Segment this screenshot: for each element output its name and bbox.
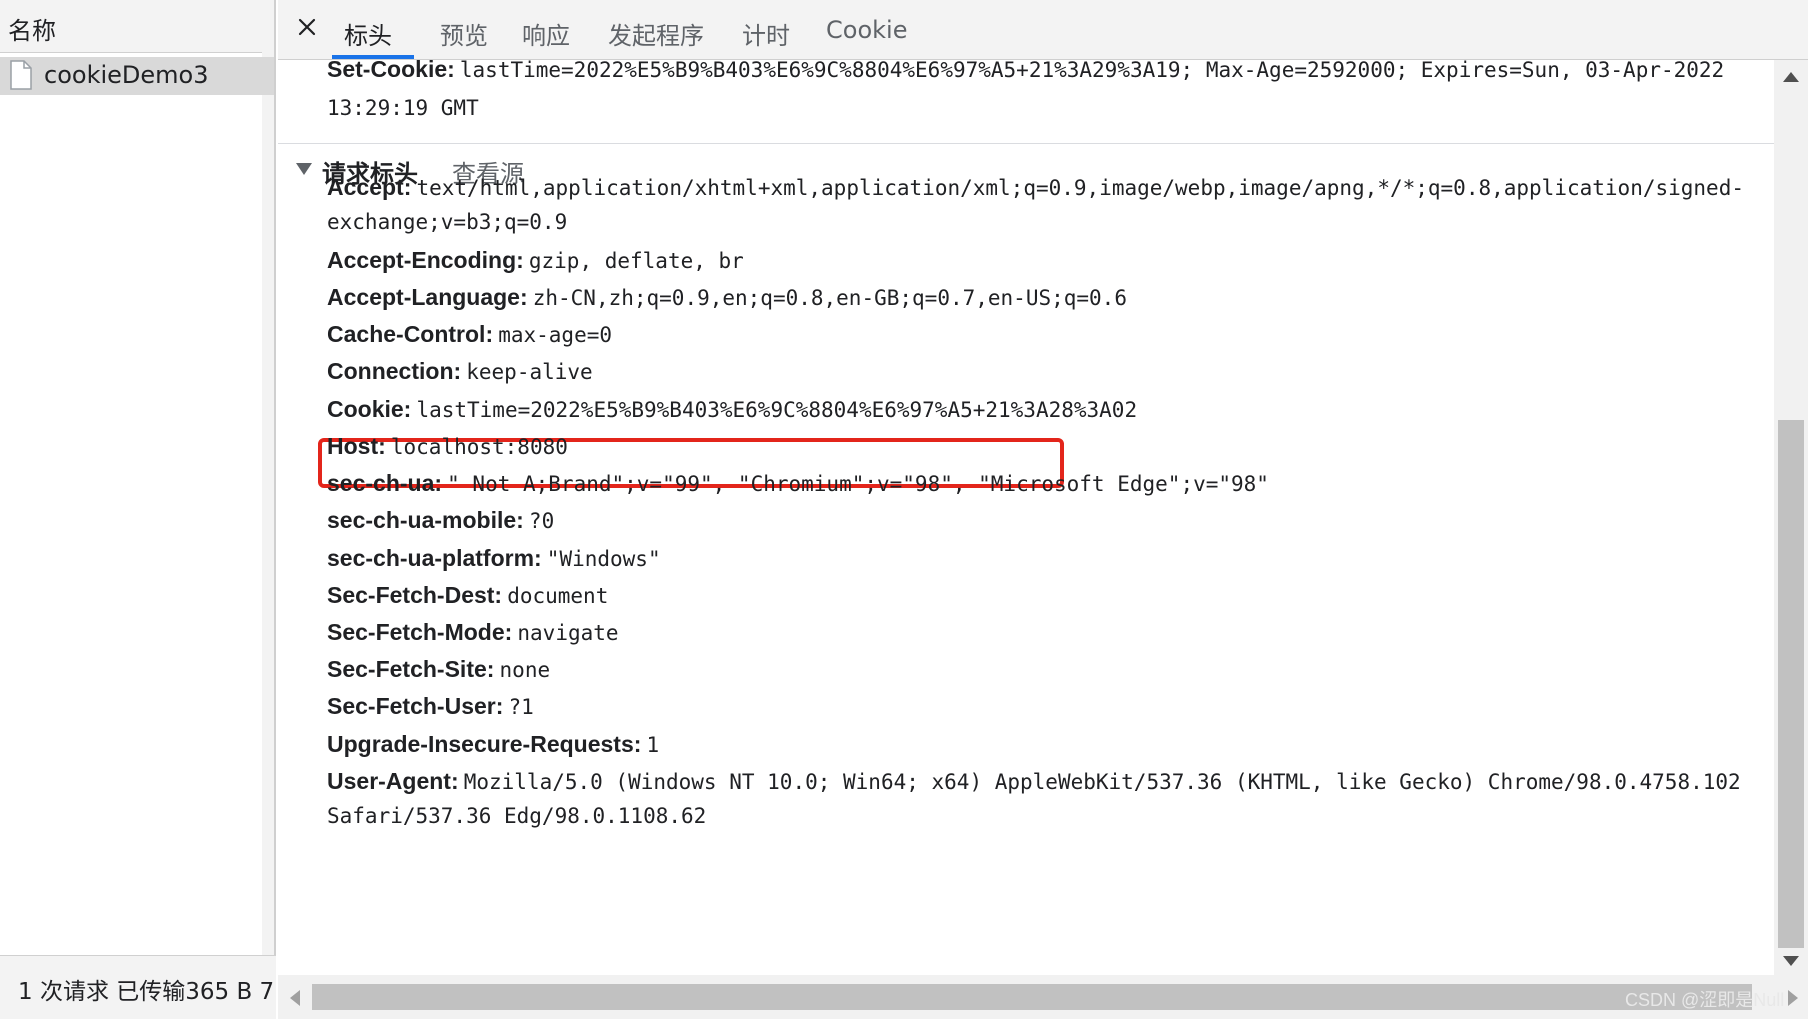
header-key: Upgrade-Insecure-Requests: <box>327 731 642 757</box>
vertical-scrollbar[interactable] <box>1774 60 1808 975</box>
status-bar: 1 次请求 已传输365 B 7 <box>0 955 276 1019</box>
header-value: keep-alive <box>466 360 593 384</box>
header-key: Set-Cookie: <box>327 60 455 82</box>
header-key: Sec-Fetch-Mode: <box>327 619 513 645</box>
header-value: "Windows" <box>546 547 661 571</box>
header-value: document <box>507 584 609 608</box>
horizontal-scrollbar[interactable] <box>278 975 1808 1019</box>
header-row-sec-ch-ua-platform: sec-ch-ua-platform: "Windows" <box>327 545 661 572</box>
header-row-sec-fetch-user: Sec-Fetch-User: ?1 <box>327 693 534 720</box>
scroll-left-arrow-icon[interactable] <box>290 990 300 1006</box>
active-tab-indicator <box>332 55 414 59</box>
tab-cookie[interactable]: Cookie <box>826 16 907 44</box>
watermark: CSDN @涩即是Null <box>1625 990 1785 1010</box>
header-value: ?1 <box>508 695 534 719</box>
header-key: Host: <box>327 433 386 459</box>
header-key: Sec-Fetch-Dest: <box>327 582 503 608</box>
header-row-sec-fetch-dest: Sec-Fetch-Dest: document <box>327 582 608 609</box>
header-row-sec-fetch-site: Sec-Fetch-Site: none <box>327 656 550 683</box>
request-list-panel: 名称 cookieDemo3 1 次请求 已传输365 B 7 <box>0 0 276 1019</box>
header-row-cache-control: Cache-Control: max-age=0 <box>327 321 612 348</box>
header-row-sec-fetch-mode: Sec-Fetch-Mode: navigate <box>327 619 619 646</box>
header-value: localhost:8080 <box>390 435 568 459</box>
horizontal-scroll-thumb[interactable] <box>312 984 1752 1010</box>
header-value: text/html,application/xhtml+xml,applicat… <box>416 176 1744 200</box>
header-row-accept-encoding: Accept-Encoding: gzip, deflate, br <box>327 247 744 274</box>
header-value: max-age=0 <box>498 323 613 347</box>
header-value: Mozilla/5.0 (Windows NT 10.0; Win64; x64… <box>463 770 1741 794</box>
tab-headers[interactable]: 标头 <box>344 16 392 51</box>
name-column-header[interactable]: 名称 <box>0 0 262 53</box>
expand-triangle-icon[interactable] <box>296 163 312 175</box>
header-row-upgrade-insecure-requests: Upgrade-Insecure-Requests: 1 <box>327 731 659 758</box>
header-value: exchange;v=b3;q=0.9 <box>327 210 568 234</box>
detail-tab-bar: 标头 预览 响应 发起程序 计时 Cookie <box>278 0 1808 60</box>
header-key: Cookie: <box>327 396 412 422</box>
request-name: cookieDemo3 <box>44 61 209 89</box>
headers-content: Set-Cookie: lastTime=2022%E5%B9%B403%E6%… <box>278 60 1774 975</box>
header-key: sec-ch-ua-mobile: <box>327 507 524 533</box>
header-row-accept-language: Accept-Language: zh-CN,zh;q=0.9,en;q=0.8… <box>327 284 1127 311</box>
header-row-set-cookie: Set-Cookie: lastTime=2022%E5%B9%B403%E6%… <box>327 60 1724 83</box>
header-value: gzip, deflate, br <box>528 249 744 273</box>
header-key: Sec-Fetch-User: <box>327 693 504 719</box>
header-row-user-agent-cont: Safari/537.36 Edg/98.0.1108.62 <box>327 804 706 828</box>
header-key: Connection: <box>327 358 462 384</box>
header-row-accept: Accept: text/html,application/xhtml+xml,… <box>327 174 1744 201</box>
scroll-right-arrow-icon[interactable] <box>1788 990 1798 1006</box>
request-row-cookiedemo3[interactable]: cookieDemo3 <box>0 57 274 95</box>
tab-preview[interactable]: 预览 <box>440 16 488 51</box>
header-value: 13:29:19 GMT <box>327 96 479 120</box>
header-value: Safari/537.36 Edg/98.0.1108.62 <box>327 804 707 828</box>
request-summary: 1 次请求 已传输365 B 7 <box>18 979 275 1005</box>
header-value: navigate <box>517 621 619 645</box>
header-value: " Not A;Brand";v="99", "Chromium";v="98"… <box>447 472 1269 496</box>
header-row-sec-ch-ua-mobile: sec-ch-ua-mobile: ?0 <box>327 507 554 534</box>
header-row-host: Host: localhost:8080 <box>327 433 568 460</box>
header-row-accept-cont: exchange;v=b3;q=0.9 <box>327 210 567 234</box>
header-row-cookie: Cookie: lastTime=2022%E5%B9%B403%E6%9C%8… <box>327 396 1137 423</box>
header-row-connection: Connection: keep-alive <box>327 358 593 385</box>
header-row-user-agent: User-Agent: Mozilla/5.0 (Windows NT 10.0… <box>327 768 1741 795</box>
tab-timing[interactable]: 计时 <box>742 16 790 51</box>
tab-response[interactable]: 响应 <box>522 16 570 51</box>
header-key: sec-ch-ua: <box>327 470 443 496</box>
document-icon <box>10 60 32 90</box>
header-row-sec-ch-ua: sec-ch-ua: " Not A;Brand";v="99", "Chrom… <box>327 470 1269 497</box>
header-key: Accept: <box>327 174 412 200</box>
header-value: ?0 <box>528 509 555 533</box>
header-value: lastTime=2022%E5%B9%B403%E6%9C%8804%E6%9… <box>459 60 1725 82</box>
close-icon[interactable] <box>292 12 322 42</box>
scroll-up-arrow-icon[interactable] <box>1783 72 1799 82</box>
header-value: 1 <box>646 733 660 757</box>
header-key: sec-ch-ua-platform: <box>327 545 542 571</box>
header-key: Cache-Control: <box>327 321 494 347</box>
header-value: lastTime=2022%E5%B9%B403%E6%9C%8804%E6%9… <box>416 398 1138 422</box>
header-value: zh-CN,zh;q=0.9,en;q=0.8,en-GB;q=0.7,en-U… <box>532 286 1127 310</box>
header-value: none <box>499 658 551 682</box>
tab-initiator[interactable]: 发起程序 <box>608 16 704 51</box>
scroll-down-arrow-icon[interactable] <box>1783 956 1799 966</box>
header-key: Sec-Fetch-Site: <box>327 656 495 682</box>
request-list-scrollbar[interactable] <box>262 0 274 1019</box>
header-key: Accept-Encoding: <box>327 247 524 273</box>
header-key: User-Agent: <box>327 768 459 794</box>
header-key: Accept-Language: <box>327 284 528 310</box>
section-divider <box>278 143 1774 144</box>
vertical-scroll-thumb[interactable] <box>1778 420 1804 948</box>
name-column-label: 名称 <box>8 17 56 45</box>
header-row-set-cookie-cont: 13:29:19 GMT <box>327 96 479 120</box>
